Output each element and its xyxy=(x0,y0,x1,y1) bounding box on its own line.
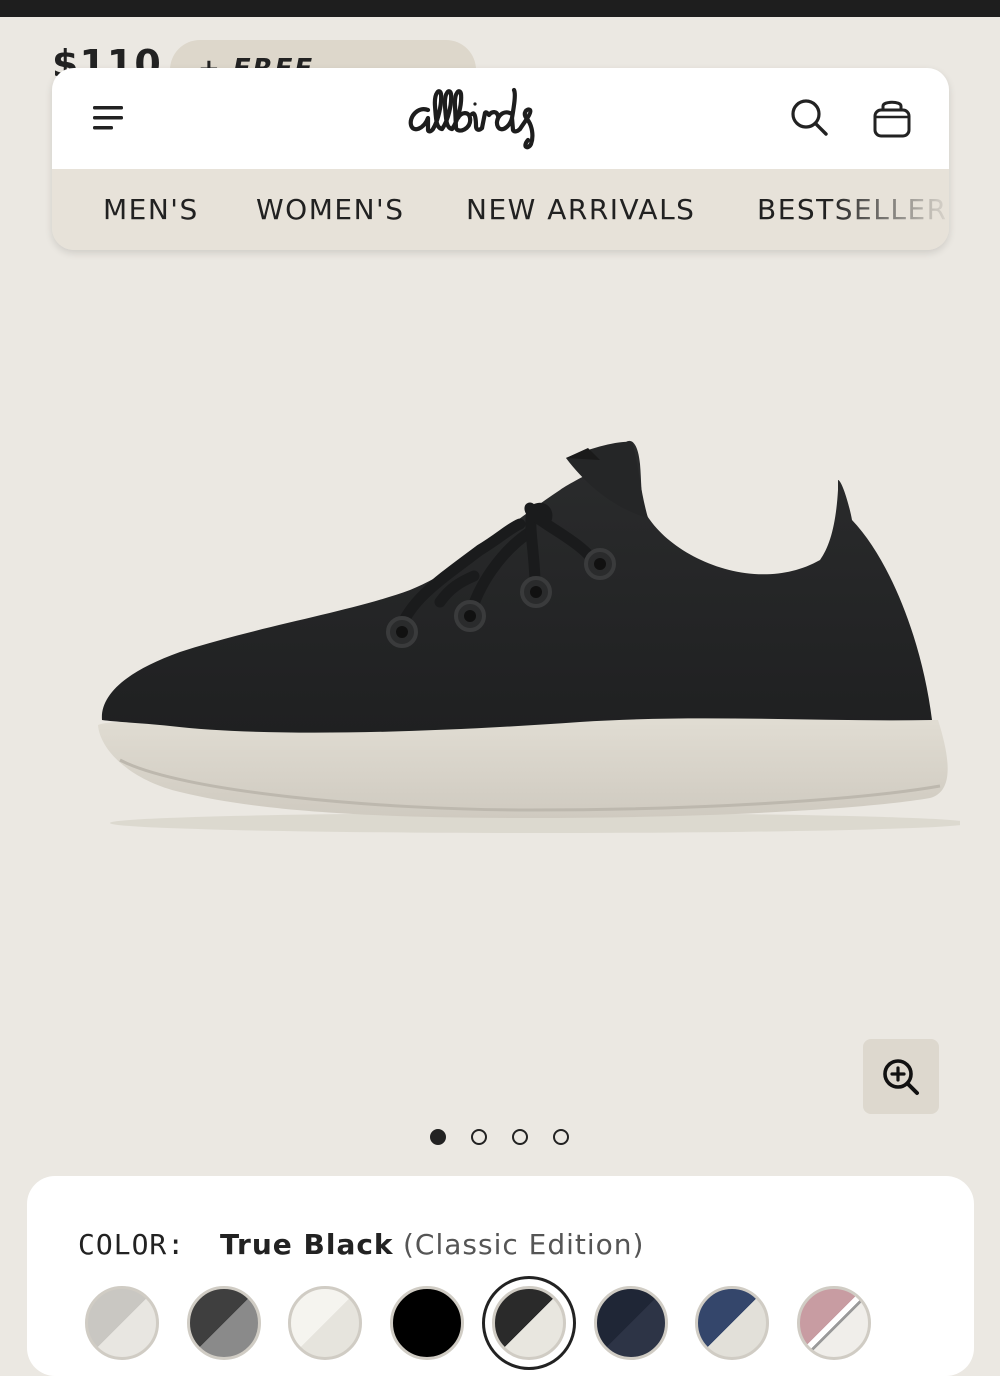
color-edition: (Classic Edition) xyxy=(403,1228,645,1261)
category-nav: MEN'S WOMEN'S NEW ARRIVALS BESTSELLER xyxy=(52,169,949,250)
site-header: allbirds xyxy=(52,68,949,250)
color-swatch-selected[interactable] xyxy=(492,1286,566,1360)
nav-item-new-arrivals[interactable]: NEW ARRIVALS xyxy=(466,193,695,226)
selected-color-name: True Black xyxy=(220,1228,394,1261)
color-swatch[interactable] xyxy=(797,1286,871,1360)
color-swatch[interactable] xyxy=(390,1286,464,1360)
nav-item-bestsellers[interactable]: BESTSELLER xyxy=(757,193,948,226)
search-icon xyxy=(791,99,828,136)
color-label: COLOR: xyxy=(78,1228,186,1261)
menu-button[interactable] xyxy=(90,102,130,136)
cart-button[interactable] xyxy=(870,96,914,140)
zoom-in-icon xyxy=(883,1059,919,1095)
pagination-dot[interactable] xyxy=(553,1129,569,1145)
pagination-dot[interactable] xyxy=(471,1129,487,1145)
nav-item-mens[interactable]: MEN'S xyxy=(103,193,199,226)
color-swatch[interactable] xyxy=(288,1286,362,1360)
color-swatch[interactable] xyxy=(187,1286,261,1360)
color-swatch[interactable] xyxy=(594,1286,668,1360)
allbirds-logo[interactable]: allbirds xyxy=(406,84,600,154)
cart-icon xyxy=(873,100,911,138)
pagination-dot[interactable] xyxy=(512,1129,528,1145)
image-pagination xyxy=(428,1129,588,1151)
color-swatch[interactable] xyxy=(85,1286,159,1360)
color-swatch[interactable] xyxy=(695,1286,769,1360)
zoom-button[interactable] xyxy=(863,1039,939,1114)
color-selector-panel: COLOR: True Black (Classic Edition) xyxy=(27,1176,974,1376)
menu-icon xyxy=(93,106,123,130)
header-top-bar: allbirds xyxy=(52,68,949,169)
nav-item-womens[interactable]: WOMEN'S xyxy=(256,193,405,226)
search-button[interactable] xyxy=(788,96,832,140)
pagination-dot[interactable] xyxy=(430,1129,446,1145)
product-image[interactable] xyxy=(60,420,970,850)
status-bar xyxy=(0,0,1000,17)
